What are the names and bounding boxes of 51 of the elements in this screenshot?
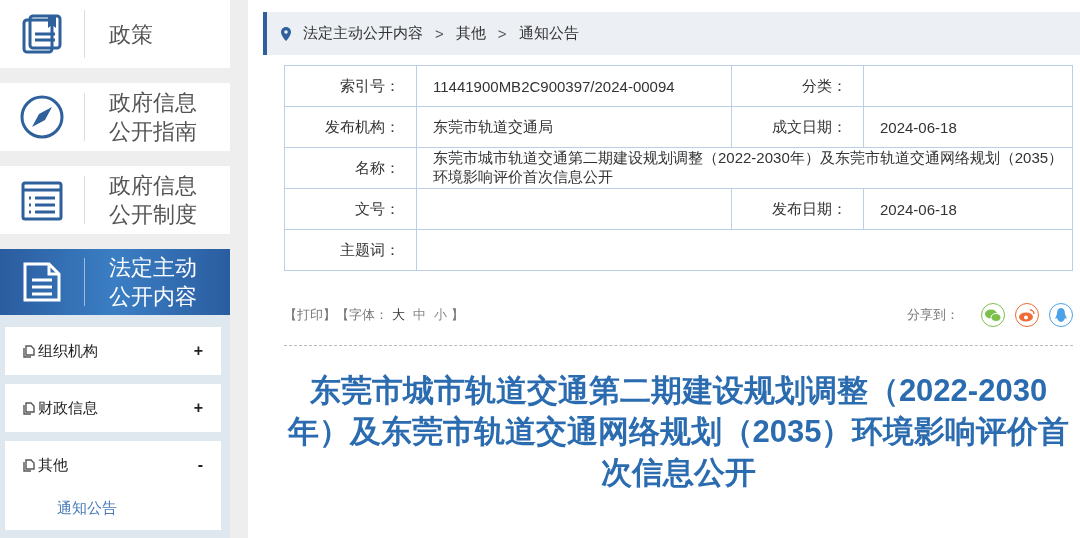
submenu-label: 财政信息 — [38, 398, 98, 418]
nav-item[interactable]: 政策 — [0, 0, 230, 68]
nav-item[interactable]: 法定主动公开内容 — [0, 249, 230, 315]
field-value: 2024-06-18 — [880, 118, 957, 136]
field-value: 2024-06-18 — [880, 200, 957, 218]
article-title: 东莞市城市轨道交通第二期建设规划调整（2022-2030年）及东莞市轨道交通网络规划（2035）环境影响评价首次信息公开 — [286, 372, 1071, 492]
breadcrumb-link[interactable]: 其他 — [455, 24, 486, 43]
breadcrumb-separator: > — [497, 25, 507, 42]
field-value: 11441900MB2C900397/2024-00094 — [433, 77, 675, 95]
font-size-label: 【字体： — [336, 306, 388, 324]
toggle-sign[interactable]: + — [193, 399, 203, 417]
field-label: 索引号： — [284, 65, 417, 107]
compass-icon — [20, 95, 64, 139]
list-icon — [21, 179, 63, 221]
submenu-label: 其他 — [38, 455, 68, 475]
submenu-item[interactable]: 财政信息 + — [5, 384, 221, 432]
font-size-option[interactable]: 小 — [434, 306, 447, 324]
submenu-label: 组织机构 — [38, 341, 98, 361]
page-icon — [23, 344, 35, 358]
bracket-text: 】 — [451, 306, 464, 324]
document-icon — [23, 262, 61, 302]
page-icon — [23, 401, 35, 415]
submenu-child-link[interactable]: 通知公告 — [23, 489, 203, 530]
breadcrumb-link[interactable]: 通知公告 — [518, 24, 579, 43]
field-label: 主题词： — [284, 229, 417, 271]
field-value: 东莞市轨道交通局 — [433, 117, 553, 135]
font-size-option[interactable]: 中 — [413, 306, 426, 324]
field-label: 文号： — [284, 188, 417, 230]
field-label: 发布日期： — [731, 188, 864, 230]
field-value: 东莞市城市轨道交通第二期建设规划调整（2022-2030年）及东莞市轨道交通网络规划（2035）环境影响评价首次信息公开 — [433, 149, 1064, 185]
chat-bubbles-icon — [985, 308, 1001, 322]
print-link[interactable]: 【打印】 — [284, 306, 336, 324]
field-label: 发布机构： — [284, 106, 417, 148]
location-pin-icon — [281, 26, 291, 41]
breadcrumb-link[interactable]: 法定主动公开内容 — [303, 24, 423, 43]
toggle-sign[interactable]: + — [193, 342, 203, 360]
penguin-icon — [1055, 307, 1067, 323]
book-icon — [22, 14, 62, 54]
submenu-item[interactable]: 其他 - 通知公告 — [5, 441, 221, 530]
field-label: 名称： — [284, 147, 417, 189]
nav-item[interactable]: 政府信息公开指南 — [0, 83, 230, 151]
nav-item[interactable]: 政府信息公开制度 — [0, 166, 230, 234]
font-size-option[interactable]: 大 — [392, 306, 405, 324]
eye-swirl-icon — [1019, 308, 1035, 322]
toggle-sign[interactable]: - — [197, 456, 203, 474]
field-label: 分类： — [731, 65, 864, 107]
breadcrumb-separator: > — [435, 25, 444, 42]
share-label: 分享到： — [907, 306, 959, 324]
page-icon — [23, 458, 35, 472]
submenu-item[interactable]: 组织机构 + — [5, 327, 221, 375]
field-label: 成文日期： — [731, 106, 864, 148]
